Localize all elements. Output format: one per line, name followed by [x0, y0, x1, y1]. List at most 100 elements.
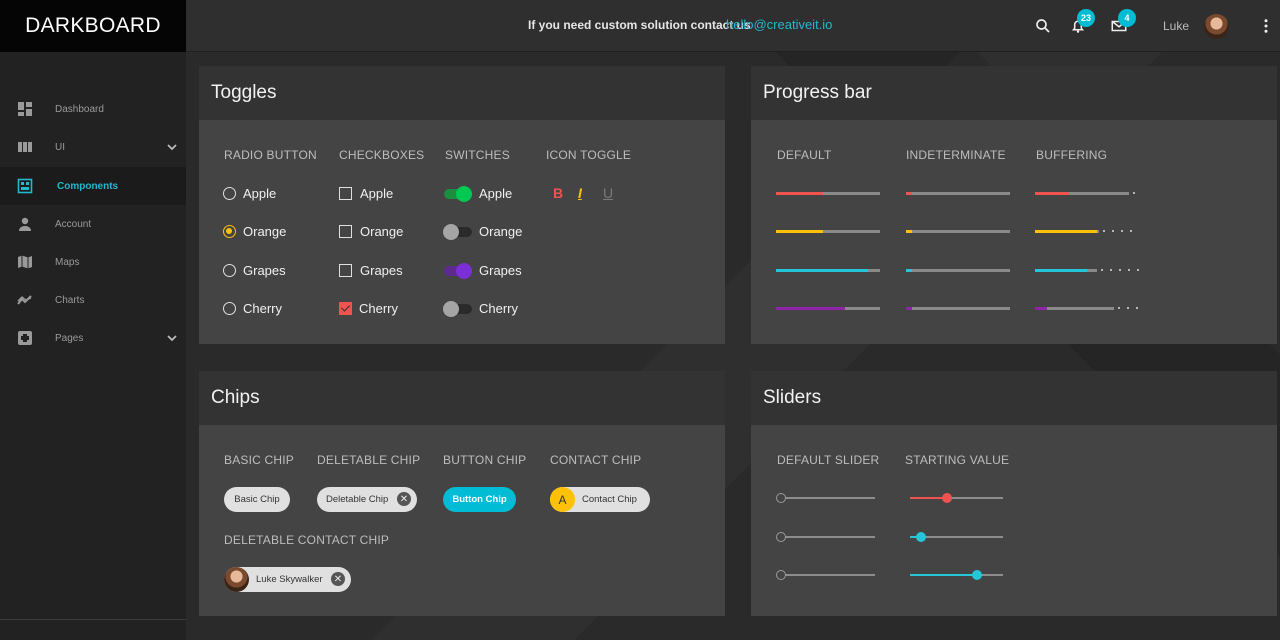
- indeterminate-progress-bar: [906, 230, 1010, 233]
- progress-fill: [906, 307, 912, 310]
- checkbox-apple[interactable]: [339, 187, 352, 200]
- button-chip-header: BUTTON CHIP: [443, 453, 527, 467]
- basic-chip[interactable]: Basic Chip: [224, 487, 290, 512]
- notifications-badge: 23: [1077, 9, 1095, 27]
- progress-card: Progress bar DEFAULT INDETERMINATE BUFFE…: [751, 66, 1277, 344]
- switch-knob: [443, 301, 459, 317]
- default-progress-bar: [776, 269, 880, 272]
- indeterminate-progress-bar: [906, 307, 1010, 310]
- deletable-contact-chip[interactable]: Luke Skywalker ✕: [224, 567, 351, 592]
- radio-apple[interactable]: [223, 187, 236, 200]
- underline-toggle[interactable]: U: [603, 185, 613, 201]
- sidebar-item-label: UI: [55, 141, 65, 153]
- checkbox-grapes[interactable]: [339, 264, 352, 277]
- progress-fill: [1035, 230, 1097, 233]
- components-icon: [17, 178, 33, 194]
- switch-knob: [443, 224, 459, 240]
- contact-email-link[interactable]: hello@creativeit.io: [726, 17, 832, 32]
- chip-delete-icon[interactable]: ✕: [397, 492, 411, 506]
- indeterminate-progress-bar: [906, 192, 1010, 195]
- dashboard-icon: [18, 102, 32, 116]
- slider-fill: [910, 574, 977, 576]
- card-title: Sliders: [751, 371, 1277, 425]
- default-slider-thumb[interactable]: [776, 493, 786, 503]
- sidebar-item-dashboard[interactable]: Dashboard: [0, 90, 186, 128]
- person-icon: [19, 217, 31, 231]
- chevron-down-icon: [167, 144, 177, 151]
- switch-label: Apple: [479, 186, 513, 201]
- starting-slider-thumb[interactable]: [916, 532, 926, 542]
- radio-grapes[interactable]: [223, 264, 236, 277]
- messages-button[interactable]: 4: [1107, 9, 1136, 38]
- starting-slider-track[interactable]: [910, 497, 1003, 499]
- button-chip[interactable]: Button Chip: [443, 487, 516, 512]
- sidebar-item-label: Components: [57, 180, 119, 192]
- chip-label: Deletable Chip: [326, 494, 389, 505]
- contact-message: If you need custom solution contact us: [528, 18, 751, 32]
- messages-badge: 4: [1118, 9, 1136, 27]
- pages-icon: [18, 331, 32, 345]
- notifications-button[interactable]: 23: [1066, 9, 1095, 38]
- deletable-contact-chip-header: DELETABLE CONTACT CHIP: [224, 533, 390, 547]
- user-avatar[interactable]: [1204, 14, 1229, 39]
- sidebar-item-account[interactable]: Account: [0, 205, 186, 243]
- switch-label: Orange: [479, 224, 523, 239]
- switch-knob: [456, 186, 472, 202]
- icon-toggle-header: ICON TOGGLE: [546, 148, 632, 162]
- starting-value-header: STARTING VALUE: [905, 453, 1010, 467]
- progress-fill: [776, 230, 823, 233]
- bold-toggle[interactable]: B: [553, 185, 563, 201]
- chip-delete-icon[interactable]: ✕: [331, 572, 345, 586]
- trending-icon: [17, 295, 32, 305]
- radio-orange[interactable]: [223, 225, 236, 238]
- radio-cherry[interactable]: [223, 302, 236, 315]
- card-title: Chips: [199, 371, 725, 425]
- progress-fill: [906, 269, 912, 272]
- chip-label: Basic Chip: [234, 494, 280, 505]
- default-slider-track[interactable]: [782, 536, 875, 538]
- radio-label: Cherry: [243, 301, 283, 316]
- default-slider-thumb[interactable]: [776, 570, 786, 580]
- buffering-progress-bar: [1035, 307, 1114, 310]
- more-options-button[interactable]: [1254, 14, 1278, 38]
- progress-fill: [1035, 269, 1087, 272]
- toggles-card: Toggles RADIO BUTTON CHECKBOXES SWITCHES…: [199, 66, 725, 344]
- sidebar-item-pages[interactable]: Pages: [0, 319, 186, 357]
- user-name[interactable]: Luke: [1163, 19, 1189, 33]
- sidebar-item-label: Pages: [55, 332, 84, 344]
- checkbox-cherry[interactable]: [339, 302, 352, 315]
- starting-slider-thumb[interactable]: [972, 570, 982, 580]
- buffering-progress-bar: [1035, 192, 1129, 195]
- sidebar-item-components[interactable]: Components: [0, 167, 186, 205]
- checkbox-orange[interactable]: [339, 225, 352, 238]
- default-progress-bar: [776, 230, 880, 233]
- progress-fill: [776, 192, 823, 195]
- contact-chip[interactable]: A Contact Chip: [550, 487, 650, 512]
- default-progress-bar: [776, 192, 880, 195]
- checkbox-label: Apple: [360, 186, 394, 201]
- brand-logo[interactable]: DARKBOARD: [0, 0, 186, 52]
- card-title: Progress bar: [751, 66, 1277, 120]
- sidebar: Dashboard UI Components Account Maps Cha…: [0, 52, 186, 640]
- default-slider-thumb[interactable]: [776, 532, 786, 542]
- search-icon: [1036, 19, 1050, 33]
- radio-label: Apple: [243, 186, 277, 201]
- sidebar-item-charts[interactable]: Charts: [0, 281, 186, 319]
- radio-label: Grapes: [243, 263, 286, 278]
- deletable-chip[interactable]: Deletable Chip ✕: [317, 487, 417, 512]
- progress-fill: [1035, 307, 1047, 310]
- sidebar-item-maps[interactable]: Maps: [0, 243, 186, 281]
- search-button[interactable]: [1031, 14, 1055, 38]
- starting-slider-thumb[interactable]: [942, 493, 952, 503]
- checkbox-label: Grapes: [360, 263, 403, 278]
- contact-avatar: [224, 567, 249, 592]
- view-week-icon: [18, 142, 32, 152]
- card-title: Toggles: [199, 66, 725, 120]
- starting-slider-track[interactable]: [910, 574, 1003, 576]
- default-slider-header: DEFAULT SLIDER: [777, 453, 880, 467]
- sidebar-item-ui[interactable]: UI: [0, 128, 186, 166]
- default-slider-track[interactable]: [782, 574, 875, 576]
- italic-toggle[interactable]: I: [578, 185, 582, 201]
- default-progress-bar: [776, 307, 880, 310]
- default-slider-track[interactable]: [782, 497, 875, 499]
